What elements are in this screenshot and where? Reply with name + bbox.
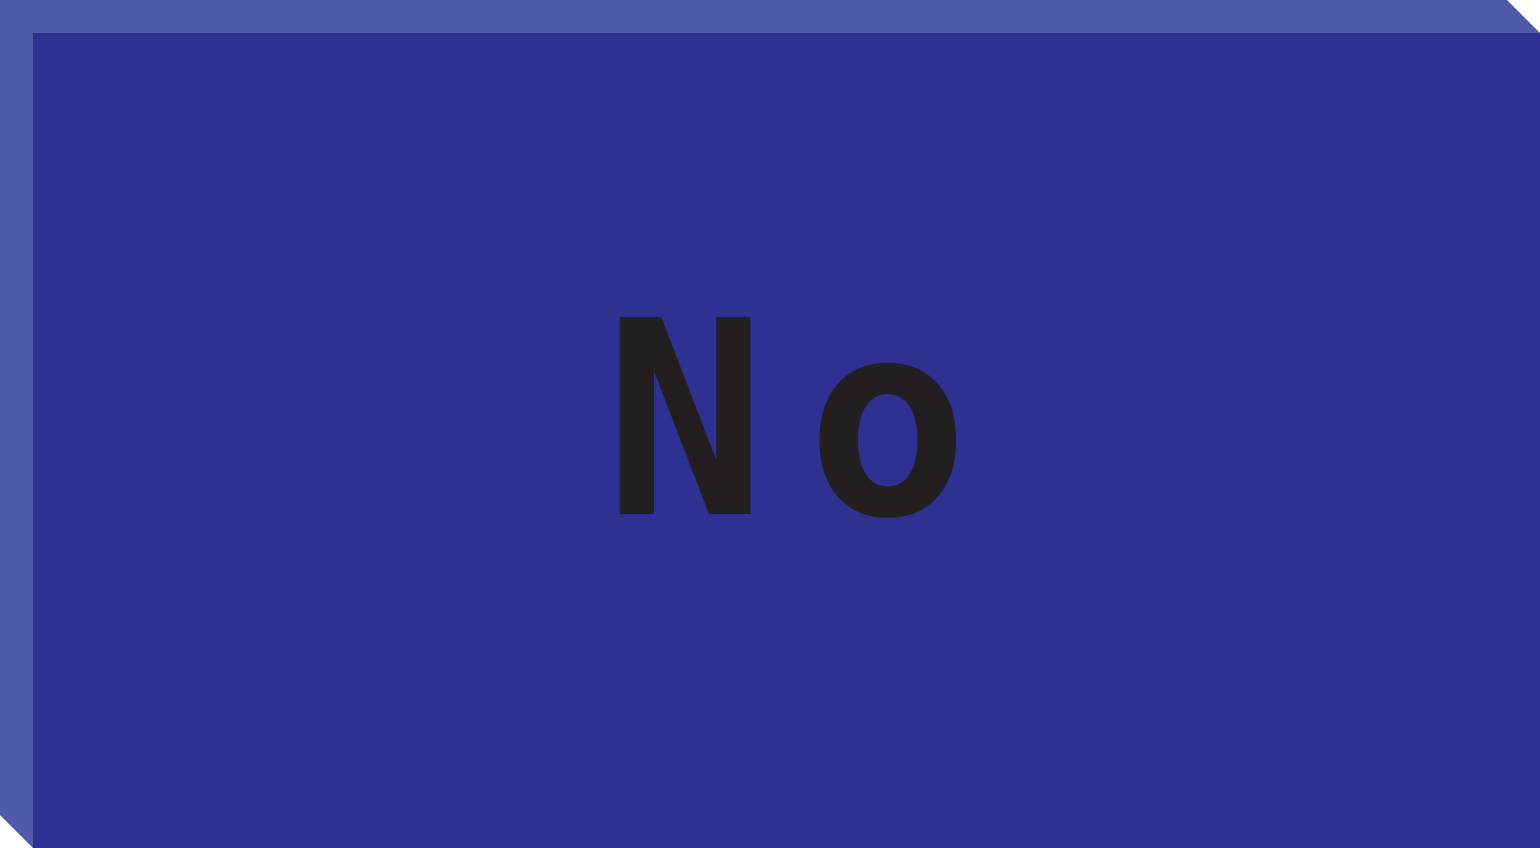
no-button[interactable]: No bbox=[0, 0, 1540, 848]
button-label: No bbox=[603, 262, 1010, 578]
button-label-container: No bbox=[33, 33, 1540, 848]
bevel-corner bbox=[0, 815, 33, 848]
